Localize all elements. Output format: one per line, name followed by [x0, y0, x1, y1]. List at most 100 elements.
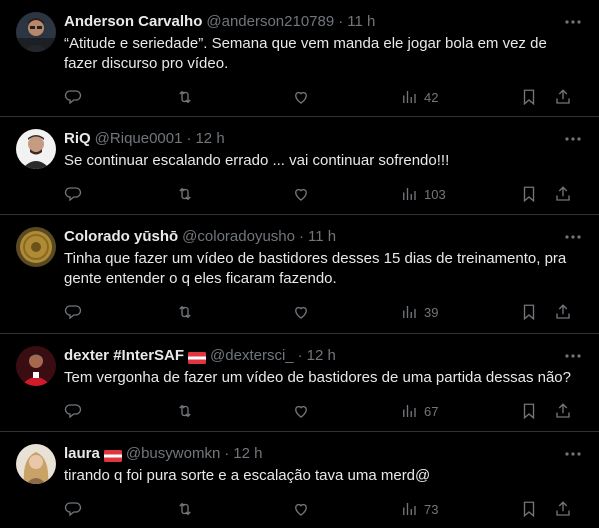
reply-button[interactable] [64, 499, 82, 519]
timestamp[interactable]: 12 h [233, 444, 262, 464]
reply-button[interactable] [64, 184, 82, 204]
tweet-text: Se continuar escalando errado ... vai co… [64, 152, 450, 169]
more-options-icon[interactable] [563, 129, 583, 149]
bookmark-button[interactable] [520, 184, 538, 204]
share-icon [556, 186, 570, 201]
reply-button[interactable] [64, 302, 82, 322]
avatar[interactable] [16, 346, 56, 386]
separator: · [186, 130, 192, 147]
tweet-text: Tinha que fazer um vídeo de bastidores d… [64, 250, 571, 287]
repost-button[interactable] [176, 302, 194, 322]
action-bar: 67 [64, 392, 583, 430]
avatar[interactable] [16, 444, 56, 484]
flag-icon [188, 350, 207, 364]
reply-icon [64, 502, 82, 517]
bar-chart-icon [403, 91, 416, 103]
share-button[interactable] [554, 184, 572, 204]
action-bar: 39 [64, 293, 583, 331]
reply-icon [64, 404, 82, 419]
bookmark-button[interactable] [520, 302, 538, 322]
tweet[interactable]: Colorado yūshō @coloradoyusho · 11 h Tin… [0, 215, 599, 334]
repost-button[interactable] [176, 184, 194, 204]
repost-icon [179, 90, 191, 104]
share-icon [556, 89, 570, 104]
author-name[interactable]: RiQ [64, 129, 91, 149]
reply-button[interactable] [64, 401, 82, 421]
timestamp[interactable]: 12 h [195, 129, 224, 149]
share-button[interactable] [554, 401, 572, 421]
repost-button[interactable] [176, 401, 194, 421]
timestamp[interactable]: 12 h [307, 346, 336, 366]
author-handle[interactable]: @busywomkn [126, 444, 220, 464]
repost-button[interactable] [176, 87, 194, 107]
like-button[interactable] [292, 87, 310, 107]
like-button[interactable] [292, 499, 310, 519]
bookmark-icon [523, 304, 535, 321]
tweet-text: “Atitude e seriedade”. Semana que vem ma… [64, 35, 551, 72]
author-handle[interactable]: @coloradoyusho [182, 227, 295, 247]
separator: · [297, 347, 303, 364]
views-button[interactable]: 67 [400, 401, 438, 421]
reply-button[interactable] [64, 87, 82, 107]
reply-icon [64, 305, 82, 320]
share-button[interactable] [554, 302, 572, 322]
bar-chart-icon [403, 503, 416, 515]
views-button[interactable]: 73 [400, 499, 438, 519]
more-options-icon[interactable] [563, 227, 583, 247]
timeline-feed: Anderson Carvalho @anderson210789 · 11 h… [0, 0, 599, 525]
share-button[interactable] [554, 87, 572, 107]
author-name[interactable]: dexter #InterSAF [64, 346, 184, 366]
avatar[interactable] [16, 129, 56, 169]
heart-icon [295, 503, 307, 516]
bar-chart-icon [403, 405, 416, 417]
action-bar: 42 [64, 78, 583, 116]
author-handle[interactable]: @dextersci_ [210, 346, 294, 366]
share-button[interactable] [554, 499, 572, 519]
repost-icon [179, 305, 191, 319]
like-button[interactable] [292, 302, 310, 322]
action-bar: 103 [64, 175, 583, 213]
separator: · [338, 13, 344, 30]
share-icon [556, 501, 570, 516]
views-button[interactable]: 42 [400, 87, 438, 107]
view-count: 42 [424, 89, 439, 105]
bookmark-button[interactable] [520, 499, 538, 519]
more-options-icon[interactable] [563, 346, 583, 366]
bookmark-icon [523, 501, 535, 518]
separator: · [298, 228, 304, 245]
separator: · [224, 445, 230, 462]
heart-icon [295, 306, 307, 319]
avatar[interactable] [16, 12, 56, 52]
tweet[interactable]: dexter #InterSAF @dextersci_ · 12 h Tem … [0, 334, 599, 432]
tweet[interactable]: laura @busywomkn · 12 h tirando q foi pu… [0, 432, 599, 525]
timestamp[interactable]: 11 h [308, 227, 336, 247]
timestamp[interactable]: 11 h [347, 12, 375, 32]
bookmark-button[interactable] [520, 401, 538, 421]
views-button[interactable]: 39 [400, 302, 438, 322]
heart-icon [295, 405, 307, 418]
like-button[interactable] [292, 401, 310, 421]
author-name[interactable]: Anderson Carvalho [64, 12, 202, 32]
heart-icon [295, 188, 307, 201]
avatar[interactable] [16, 227, 56, 267]
views-button[interactable]: 103 [400, 184, 446, 204]
more-options-icon[interactable] [563, 12, 583, 32]
view-count: 103 [424, 186, 446, 202]
more-options-icon[interactable] [563, 444, 583, 464]
bookmark-button[interactable] [520, 87, 538, 107]
view-count: 39 [424, 304, 439, 320]
bookmark-icon [523, 89, 535, 106]
like-button[interactable] [292, 184, 310, 204]
author-name[interactable]: laura [64, 444, 100, 464]
heart-icon [295, 91, 307, 104]
tweet[interactable]: RiQ @Rique0001 · 12 h Se continuar escal… [0, 117, 599, 215]
share-icon [556, 304, 570, 319]
repost-button[interactable] [176, 499, 194, 519]
repost-icon [179, 404, 191, 418]
tweet[interactable]: Anderson Carvalho @anderson210789 · 11 h… [0, 0, 599, 117]
share-icon [556, 403, 570, 418]
author-handle[interactable]: @anderson210789 [206, 12, 334, 32]
author-name[interactable]: Colorado yūshō [64, 227, 178, 247]
author-handle[interactable]: @Rique0001 [95, 129, 183, 149]
view-count: 67 [424, 403, 439, 419]
